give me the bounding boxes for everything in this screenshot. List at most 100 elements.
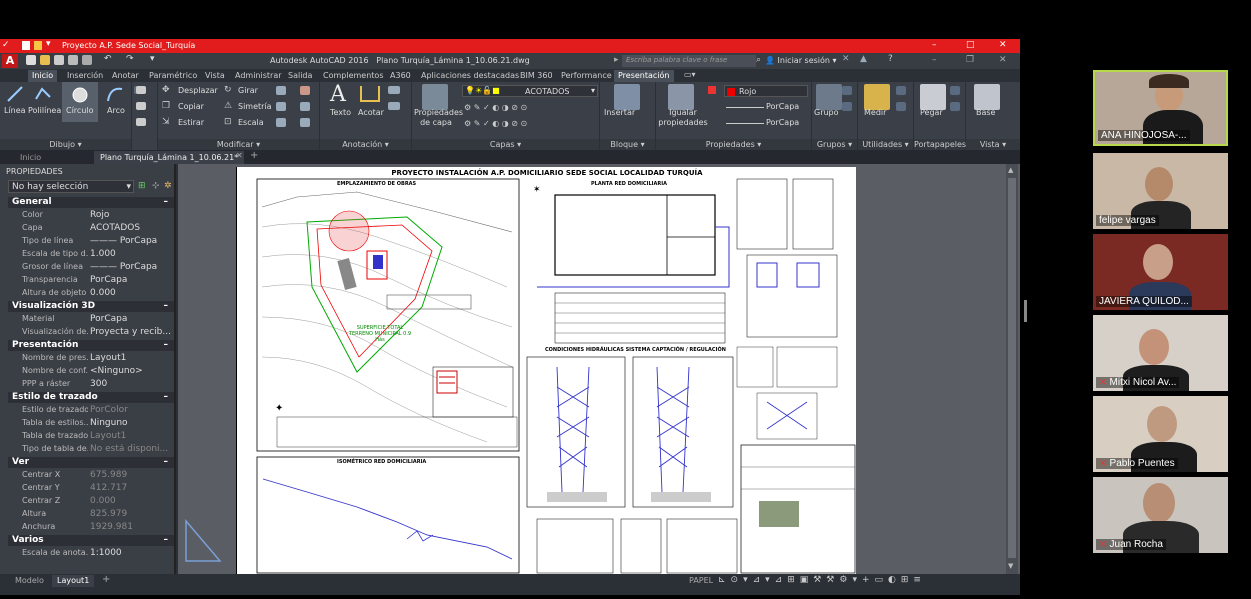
rotate-icon[interactable]: ↻ — [224, 85, 232, 95]
menu-chevron-icon[interactable]: ▾ — [46, 39, 51, 49]
tab-aplicaciones[interactable]: Aplicaciones destacadas — [417, 70, 523, 82]
open-file-icon[interactable] — [40, 55, 50, 65]
quick-select-icon[interactable]: ✲ — [164, 181, 172, 191]
tab-vista[interactable]: Vista — [201, 70, 229, 82]
customize-chevron-icon[interactable]: ▾ — [150, 54, 155, 64]
base-label[interactable]: Base — [976, 108, 995, 117]
polyline-icon[interactable] — [34, 85, 52, 103]
a360-icon[interactable]: ▲ — [860, 54, 867, 64]
move-label[interactable]: Desplazar — [178, 86, 218, 95]
match-properties-icon[interactable] — [668, 84, 694, 110]
section-viz3d[interactable]: Visualización 3D – — [8, 301, 174, 312]
section-trazado[interactable]: Estilo de trazado – — [8, 392, 174, 403]
ribbon-toggle-icon[interactable]: ▭▾ — [684, 70, 696, 79]
doc-close-icon[interactable]: ✕ — [999, 55, 1007, 65]
portapapeles-panel-label[interactable]: Portapapeles — [914, 139, 966, 150]
move-icon[interactable]: ✥ — [162, 85, 170, 95]
section-presentacion[interactable]: Presentación – — [8, 340, 174, 351]
add-layout-icon[interactable]: + — [102, 574, 110, 585]
anotacion-panel-label[interactable]: Anotación ▾ — [320, 139, 411, 150]
arc-icon[interactable] — [106, 85, 124, 103]
doc-tab-inicio[interactable]: Inicio — [14, 151, 47, 164]
toggle-pickadd-icon[interactable]: ⊞ — [138, 181, 146, 191]
layer-tools-row2[interactable]: ⚙ ✎ ✓ ◐ ◑ ⊘ ⊙ — [464, 119, 574, 129]
selection-dropdown[interactable]: No hay selección ▾ — [8, 180, 134, 193]
mirror-icon[interactable]: ⚠ — [224, 101, 232, 111]
arc-label[interactable]: Arco — [107, 106, 125, 115]
array-icon[interactable] — [276, 118, 286, 127]
grupos-panel-label[interactable]: Grupos ▾ — [812, 139, 857, 150]
propiedades-panel-label[interactable]: Propiedades ▾ — [656, 139, 811, 150]
measure-label[interactable]: Medir — [864, 108, 886, 117]
layer-properties-icon[interactable] — [422, 84, 448, 110]
fillet-icon[interactable] — [276, 102, 286, 111]
section-varios[interactable]: Varios – — [8, 535, 174, 546]
property-value[interactable]: Ninguno — [90, 418, 174, 428]
explode-icon[interactable] — [300, 102, 310, 111]
participant-tile[interactable]: ✕ Pablo Puentes — [1093, 396, 1228, 472]
participant-tile[interactable]: JAVIERA QUILOD... — [1093, 234, 1228, 310]
doc-restore-icon[interactable]: ❐ — [966, 55, 974, 65]
rotate-label[interactable]: Girar — [238, 86, 258, 95]
line-icon[interactable] — [6, 85, 24, 103]
property-value[interactable]: Layout1 — [90, 353, 174, 363]
offset-icon[interactable] — [300, 118, 310, 127]
property-value[interactable]: Proyecta y recib... — [90, 327, 174, 337]
property-value[interactable]: PorCapa — [90, 314, 174, 324]
tab-a360[interactable]: A360 — [386, 70, 415, 82]
property-value[interactable]: 412.717 — [90, 483, 174, 493]
calculator-icon[interactable] — [896, 102, 906, 111]
property-value[interactable]: 675.989 — [90, 470, 174, 480]
lineweight-dropdown[interactable]: PorCapa — [724, 117, 808, 129]
tab-modelo[interactable]: Modelo — [10, 575, 49, 587]
utilidades-panel-label[interactable]: Utilidades ▾ — [858, 139, 913, 150]
property-value[interactable]: PorCapa — [90, 275, 174, 285]
dibujo-panel-label[interactable]: Dibujo ▾ — [0, 139, 131, 150]
linetype-dropdown[interactable]: PorCapa — [724, 101, 808, 113]
scroll-thumb[interactable] — [1008, 178, 1016, 558]
paper-space-toggle[interactable]: PAPEL — [684, 575, 718, 587]
text-label[interactable]: Texto — [330, 108, 351, 117]
group-edit-icon[interactable] — [842, 102, 852, 111]
tab-bim360[interactable]: BIM 360 — [516, 70, 557, 82]
trim-icon[interactable] — [276, 86, 286, 95]
vista-panel-label[interactable]: Vista ▾ — [966, 139, 1020, 150]
base-view-icon[interactable] — [974, 84, 1000, 110]
property-value[interactable]: 300 — [90, 379, 174, 389]
layer-properties-label[interactable]: Propiedades de capa — [414, 108, 463, 128]
undo-icon[interactable]: ↶ — [104, 54, 112, 64]
redo-icon[interactable]: ↷ — [126, 54, 134, 64]
layer-tools-row1[interactable]: ⚙ ✎ ✓ ◐ ◑ ⊘ ⊙ — [464, 103, 574, 113]
property-value[interactable]: Rojo — [90, 210, 174, 220]
select-objects-icon[interactable]: ⊹ — [152, 181, 160, 191]
mirror-label[interactable]: Simetría — [238, 102, 272, 111]
property-value[interactable]: No está disponi... — [90, 444, 174, 454]
scale-label[interactable]: Escala — [238, 118, 264, 127]
leader-icon[interactable] — [388, 86, 400, 94]
tab-complementos[interactable]: Complementos — [319, 70, 387, 82]
property-value[interactable]: 1:1000 — [90, 548, 174, 558]
property-value[interactable]: 1.000 — [90, 249, 174, 259]
text-icon[interactable]: A — [330, 82, 346, 107]
measure-icon[interactable] — [864, 84, 890, 110]
rectangle-icon[interactable] — [136, 86, 146, 94]
group-icon[interactable] — [816, 84, 842, 110]
exchange-icon[interactable]: ✕ — [842, 54, 850, 64]
match-properties-label[interactable]: Igualar propiedades — [658, 108, 708, 128]
property-value[interactable]: ——— PorCapa — [90, 262, 174, 272]
close-icon[interactable]: ✕ — [999, 40, 1007, 50]
region-icon[interactable] — [136, 118, 146, 126]
maximize-icon[interactable]: □ — [966, 40, 975, 50]
layout-sheet[interactable]: PROYECTO INSTALACIÓN A.P. DOMICILIARIO S… — [236, 167, 856, 574]
stretch-icon[interactable]: ⇲ — [162, 117, 170, 127]
table-icon[interactable] — [388, 102, 400, 110]
tab-inicio[interactable]: Inicio — [28, 70, 58, 82]
property-value[interactable]: ——— PorCapa — [90, 236, 174, 246]
paste-icon[interactable] — [920, 84, 946, 110]
insert-block-icon[interactable] — [614, 84, 640, 110]
cut-icon[interactable] — [950, 86, 960, 95]
vertical-scrollbar[interactable]: ▲ ▼ — [1006, 164, 1018, 574]
copy-label[interactable]: Copiar — [178, 102, 204, 111]
participant-tile[interactable]: felipe vargas — [1093, 153, 1228, 229]
stretch-label[interactable]: Estirar — [178, 118, 204, 127]
